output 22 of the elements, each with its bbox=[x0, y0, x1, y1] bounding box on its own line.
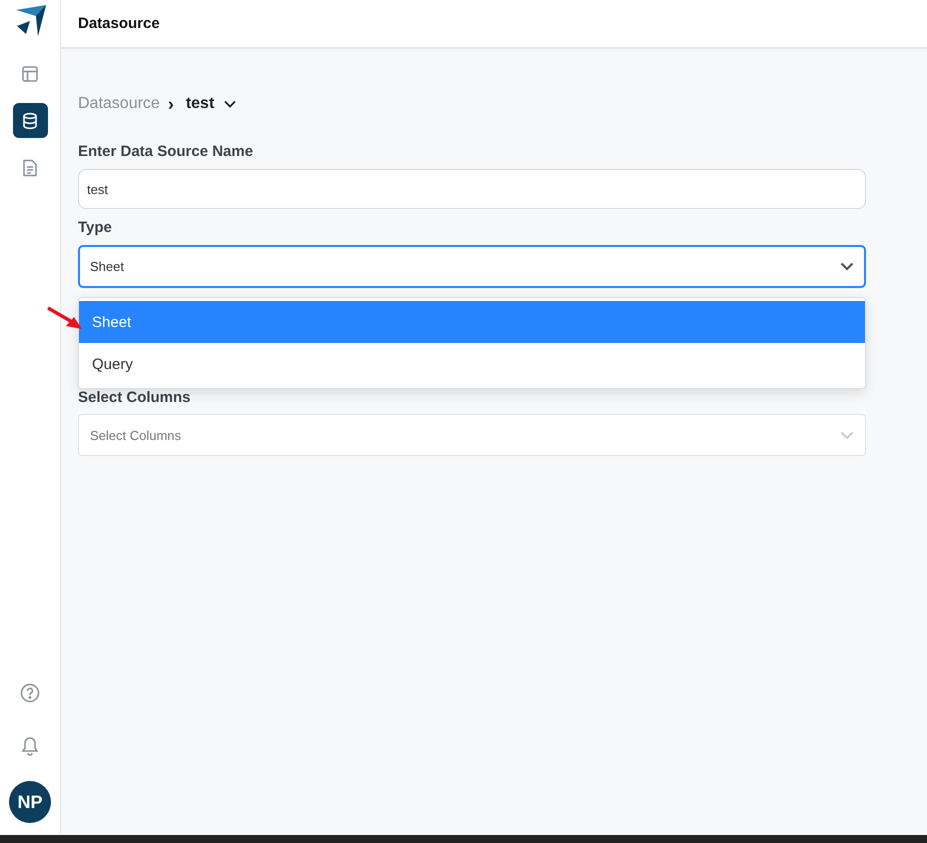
bell-icon bbox=[21, 736, 39, 756]
chevron-down-icon bbox=[840, 430, 854, 440]
user-avatar[interactable]: NP bbox=[9, 781, 51, 823]
type-select[interactable]: Sheet bbox=[78, 245, 866, 288]
nav-button[interactable] bbox=[12, 103, 48, 138]
field-label: Select Columns bbox=[78, 389, 192, 406]
chevron-down-icon bbox=[840, 262, 854, 271]
document-icon bbox=[22, 158, 38, 176]
chevron-down-icon bbox=[224, 100, 236, 108]
page-title: Datasource bbox=[78, 15, 160, 32]
help-icon bbox=[20, 682, 40, 702]
name-field[interactable]: test bbox=[78, 169, 866, 209]
columns-select[interactable]: Select Columns bbox=[78, 414, 866, 456]
breadcrumb-current[interactable]: test bbox=[186, 95, 236, 113]
field-label: Type bbox=[78, 219, 113, 236]
logo-icon bbox=[14, 4, 46, 36]
dropdown-option[interactable]: Sheet bbox=[79, 301, 865, 343]
breadcrumb-separator: › bbox=[168, 94, 174, 114]
field-label: Enter Data Source Name bbox=[78, 143, 254, 160]
dropdown-option[interactable]: Query bbox=[79, 343, 865, 385]
layout-icon bbox=[21, 64, 39, 82]
database-icon bbox=[21, 112, 39, 130]
